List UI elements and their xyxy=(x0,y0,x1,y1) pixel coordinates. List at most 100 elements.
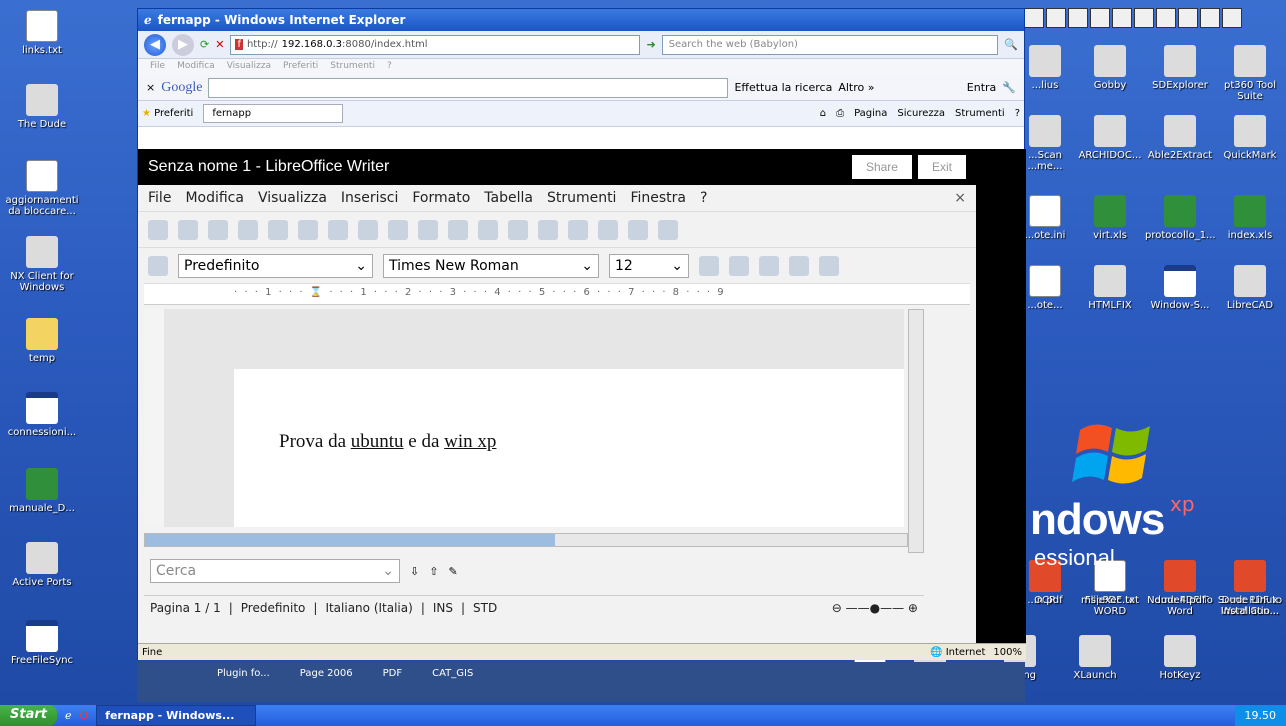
cmd-sicurezza[interactable]: Sicurezza xyxy=(897,108,945,119)
spellcheck-icon[interactable] xyxy=(388,219,408,240)
lo-menu-modifica[interactable]: Modifica xyxy=(185,190,244,206)
edit-icon[interactable] xyxy=(268,219,288,240)
copy-icon[interactable] xyxy=(478,219,498,240)
paste-icon[interactable] xyxy=(508,219,528,240)
desktop-icon[interactable]: The Dude xyxy=(2,84,82,130)
taskbar-item-fernapp[interactable]: fernapp - Windows... xyxy=(96,705,257,726)
quicklaunch-icon[interactable] xyxy=(1068,8,1088,28)
refresh-icon[interactable]: ⟳ xyxy=(200,38,209,51)
quicklaunch-icon[interactable] xyxy=(1134,8,1154,28)
share-button[interactable]: Share xyxy=(851,155,912,179)
desktop-icon[interactable]: ARCHIDOC... xyxy=(1075,115,1145,161)
vertical-scrollbar[interactable] xyxy=(908,309,924,553)
lo-menu-file[interactable]: File xyxy=(148,190,171,206)
lo-menu-inserisci[interactable]: Inserisci xyxy=(341,190,398,206)
web-search-input[interactable]: Search the web (Babylon) xyxy=(661,34,999,55)
find-replace-icon[interactable]: ✎ xyxy=(448,565,457,578)
document-area[interactable]: Prova da ubuntu e da win xp xyxy=(144,309,904,527)
quicklaunch-icon[interactable] xyxy=(1024,8,1044,28)
desktop-icon[interactable]: virt.xls xyxy=(1075,195,1145,241)
cmd-pagina[interactable]: Pagina xyxy=(854,108,887,119)
font-size-select[interactable]: 12 ⌄ xyxy=(609,253,689,278)
forward-button[interactable]: ▶ xyxy=(172,33,194,56)
close-toolbar-icon[interactable]: × xyxy=(146,81,155,94)
home-icon[interactable]: ⌂ xyxy=(820,108,826,119)
underline-icon[interactable] xyxy=(759,255,779,276)
desktop-icon[interactable]: FreeFileSync xyxy=(2,620,82,666)
desktop-icon[interactable]: connessioni... xyxy=(2,392,82,438)
favorites-button[interactable]: ★ Preferiti xyxy=(142,108,193,119)
desktop-icon[interactable]: NX Client for Windows xyxy=(2,236,82,293)
stop-icon[interactable]: ✕ xyxy=(215,38,224,51)
zoom-slider[interactable]: ⊖ ——●—— ⊕ xyxy=(832,601,918,615)
desktop-icon[interactable]: HTMLFIX xyxy=(1075,265,1145,311)
menu-visualizza[interactable]: Visualizza xyxy=(227,61,271,73)
format-paintbrush-icon[interactable] xyxy=(538,219,558,240)
desktop-icon[interactable]: Dude Linux Installatio... xyxy=(1215,560,1285,617)
table-icon[interactable] xyxy=(658,219,678,240)
desktop-icon[interactable]: aggiornamenti da bloccare... xyxy=(2,160,82,217)
new-icon[interactable] xyxy=(148,219,168,240)
start-button[interactable]: Start xyxy=(0,705,57,726)
close-doc-icon[interactable]: × xyxy=(954,190,966,206)
desktop-icon[interactable]: LibreCAD xyxy=(1215,265,1285,311)
lo-menu-finestra[interactable]: Finestra xyxy=(630,190,686,206)
email-icon[interactable] xyxy=(238,219,258,240)
quicklaunch-icon[interactable] xyxy=(1046,8,1066,28)
scroll-thumb[interactable] xyxy=(145,534,555,546)
italic-icon[interactable] xyxy=(729,255,749,276)
quicklaunch-icon[interactable] xyxy=(1090,8,1110,28)
styles-icon[interactable] xyxy=(148,255,168,276)
paragraph-style-select[interactable]: Predefinito ⌄ xyxy=(178,253,373,278)
save-icon[interactable] xyxy=(208,219,228,240)
lo-menu-visualizza[interactable]: Visualizza xyxy=(258,190,327,206)
lo-menu-formato[interactable]: Formato xyxy=(412,190,470,206)
quicklaunch-icon[interactable] xyxy=(1200,8,1220,28)
font-name-select[interactable]: Times New Roman ⌄ xyxy=(383,253,599,278)
google-more-button[interactable]: Altro » xyxy=(838,81,874,94)
desktop-icon[interactable]: QuickMark xyxy=(1215,115,1285,161)
ruler[interactable]: · · · 1 · · · ⌛ · · · 1 · · · 2 · · · 3 … xyxy=(144,283,970,305)
undo-icon[interactable] xyxy=(568,219,588,240)
menu-help[interactable]: ? xyxy=(387,61,392,73)
navigator-icon[interactable] xyxy=(628,219,648,240)
quicklaunch-icon[interactable] xyxy=(1222,8,1242,28)
ie-titlebar[interactable]: ℯ fernapp - Windows Internet Explorer xyxy=(138,9,1024,31)
cmd-strumenti[interactable]: Strumenti xyxy=(955,108,1005,119)
document-text[interactable]: Prova da ubuntu e da win xp xyxy=(279,431,496,453)
quicklaunch-icon[interactable] xyxy=(1178,8,1198,28)
exit-button[interactable]: Exit xyxy=(917,155,966,179)
desktop-icon[interactable]: XLaunch xyxy=(1060,635,1130,681)
desktop-icon[interactable]: index.xls xyxy=(1215,195,1285,241)
google-enter-button[interactable]: Entra xyxy=(967,81,997,94)
help-icon[interactable]: ? xyxy=(1015,108,1020,119)
google-search-input[interactable] xyxy=(208,77,729,98)
find-next-icon[interactable]: ⇩ xyxy=(410,565,419,578)
find-prev-icon[interactable]: ⇧ xyxy=(429,565,438,578)
menu-file[interactable]: File xyxy=(150,61,165,73)
desktop-icon[interactable]: protocollo_1... xyxy=(1145,195,1216,241)
quicklaunch-opera-icon[interactable]: O xyxy=(80,709,89,722)
find-input[interactable]: Cerca ⌄ xyxy=(150,559,400,583)
cut-icon[interactable] xyxy=(448,219,468,240)
align-left-icon[interactable] xyxy=(789,255,809,276)
print-icon[interactable] xyxy=(328,219,348,240)
align-center-icon[interactable] xyxy=(819,255,839,276)
desktop-icon[interactable]: SDExplorer xyxy=(1145,45,1215,91)
quicklaunch-icon[interactable] xyxy=(1156,8,1176,28)
redo-icon[interactable] xyxy=(598,219,618,240)
pdf-icon[interactable] xyxy=(298,219,318,240)
quicklaunch-icon[interactable] xyxy=(1112,8,1132,28)
lo-menu-help[interactable]: ? xyxy=(700,190,707,206)
desktop-icon[interactable]: Window-S... xyxy=(1145,265,1215,311)
desktop-icon[interactable]: HotKeyz xyxy=(1145,635,1215,681)
search-icon[interactable]: 🔍 xyxy=(1004,38,1018,51)
desktop-icon[interactable]: manuale_D... xyxy=(2,468,82,514)
menu-preferiti[interactable]: Preferiti xyxy=(283,61,318,73)
google-search-button[interactable]: Effettua la ricerca xyxy=(734,81,832,94)
lo-menu-tabella[interactable]: Tabella xyxy=(484,190,533,206)
autospell-icon[interactable] xyxy=(418,219,438,240)
back-button[interactable]: ◀ xyxy=(144,33,166,56)
desktop-icon[interactable]: pt360 Tool Suite xyxy=(1215,45,1285,102)
desktop-icon[interactable]: links.txt xyxy=(2,10,82,56)
